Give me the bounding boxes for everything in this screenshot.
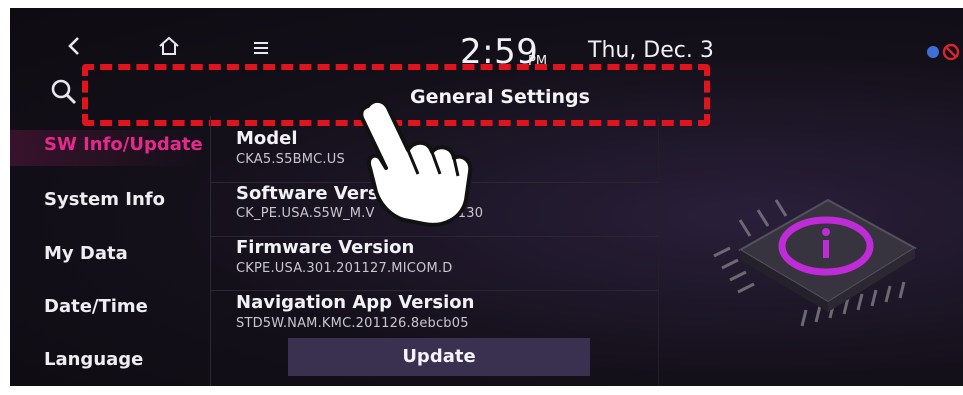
menu-icon[interactable] — [253, 40, 269, 59]
firmware-version-value: CKPE.USA.301.201127.MICOM.D — [236, 261, 453, 276]
update-button[interactable]: Update — [288, 338, 590, 376]
sidebar-item-my-data[interactable]: My Data — [44, 243, 128, 264]
chip-info-icon — [710, 178, 930, 332]
pointing-hand-icon — [334, 92, 484, 236]
row-divider — [210, 290, 658, 291]
sidebar-item-language[interactable]: Language — [44, 349, 143, 370]
search-icon[interactable] — [50, 78, 78, 110]
navigation-version-value: STD5W.NAM.KMC.201126.8ebcb05 — [236, 316, 469, 331]
navigation-version-label: Navigation App Version — [236, 292, 475, 313]
status-icons — [926, 42, 960, 66]
firmware-version-label: Firmware Version — [236, 237, 415, 258]
model-label: Model — [236, 128, 298, 149]
column-divider-right — [658, 116, 659, 386]
infotainment-screen: 2:59 PM Thu, Dec. 3 General Settings SW … — [10, 8, 963, 386]
home-icon[interactable] — [158, 36, 180, 60]
sidebar-item-sw-info-update[interactable]: SW Info/Update — [44, 134, 203, 155]
date-text: Thu, Dec. 3 — [588, 38, 714, 63]
model-value: CKA5.S5BMC.US — [236, 152, 345, 167]
sidebar-item-date-time[interactable]: Date/Time — [44, 296, 148, 317]
back-icon[interactable] — [66, 36, 82, 60]
column-divider — [210, 116, 211, 386]
sidebar-item-system-info[interactable]: System Info — [44, 189, 165, 210]
